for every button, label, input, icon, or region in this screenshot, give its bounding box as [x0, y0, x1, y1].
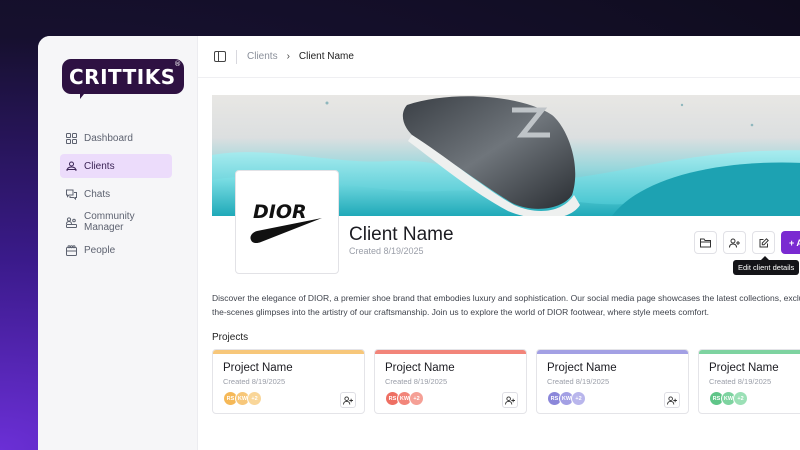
project-name: Project Name	[547, 362, 617, 374]
avatar-more: +2	[409, 391, 424, 406]
project-color-bar	[375, 350, 526, 354]
project-name: Project Name	[223, 362, 293, 374]
sidebar-item-label: Chats	[84, 188, 111, 200]
project-color-bar	[537, 350, 688, 354]
project-created-date: Created 8/19/2025	[709, 377, 772, 386]
client-description-line-2: the-scenes glimpses into the artistry of…	[212, 307, 709, 317]
logo-text: CRITTIKS	[69, 65, 176, 89]
project-avatars: RS KW +2	[223, 391, 262, 406]
project-color-bar	[699, 350, 800, 354]
project-name: Project Name	[709, 362, 779, 374]
sidebar-item-clients[interactable]: Clients	[60, 154, 172, 178]
avatar-more: +2	[247, 391, 262, 406]
add-member-button[interactable]	[723, 231, 746, 254]
client-logo-text: DIOR	[253, 201, 307, 223]
clients-icon	[66, 161, 77, 172]
client-logo: DIOR	[235, 170, 339, 274]
client-description: Discover the elegance of DIOR, a premier…	[212, 291, 800, 319]
sidebar-item-community-manager[interactable]: Community Manager	[60, 210, 172, 234]
chevron-right-icon: ›	[286, 51, 290, 62]
project-created-date: Created 8/19/2025	[223, 377, 286, 386]
main-content: Clients › Client Name DIOR Client Name C…	[198, 36, 800, 450]
sidebar: CRITTIKS ® Dashboard Clients Chats Commu…	[38, 36, 198, 450]
user-plus-icon	[343, 395, 353, 405]
add-project-member-button[interactable]	[340, 392, 356, 408]
project-avatars: RS KW +2	[709, 391, 748, 406]
sidebar-item-label: Community Manager	[84, 211, 135, 233]
sidebar-item-label: Clients	[84, 160, 115, 172]
dior-swoosh-logo: DIOR	[250, 201, 322, 244]
edit-client-button[interactable]	[752, 231, 775, 254]
project-created-date: Created 8/19/2025	[385, 377, 448, 386]
project-color-bar	[213, 350, 364, 354]
add-project-member-button[interactable]	[502, 392, 518, 408]
client-actions: + A	[694, 231, 800, 254]
client-name: Client Name	[349, 224, 454, 245]
sidebar-item-dashboard[interactable]: Dashboard	[60, 126, 172, 150]
breadcrumb-current: Client Name	[298, 51, 354, 62]
project-created-date: Created 8/19/2025	[547, 377, 610, 386]
project-name: Project Name	[385, 362, 455, 374]
projects-heading: Projects	[212, 332, 249, 343]
crittiks-logo[interactable]: CRITTIKS ®	[62, 59, 184, 99]
dashboard-icon	[66, 132, 77, 144]
sidebar-item-label: People	[84, 244, 116, 256]
sidebar-item-chats[interactable]: Chats	[60, 182, 172, 206]
project-card[interactable]: Project Name Created 8/19/2025 RS KW +2	[374, 349, 527, 414]
project-list: Project Name Created 8/19/2025 RS KW +2 …	[212, 349, 800, 414]
edit-icon	[759, 237, 769, 247]
project-avatars: RS KW +2	[547, 391, 586, 406]
edit-client-tooltip: Edit client details	[733, 256, 800, 275]
app-window: CRITTIKS ® Dashboard Clients Chats Commu…	[38, 36, 800, 450]
sidebar-nav: Dashboard Clients Chats Community Manage…	[60, 126, 172, 266]
community-manager-icon	[66, 216, 77, 228]
people-icon	[66, 244, 77, 256]
toggle-sidebar-icon[interactable]	[214, 51, 226, 62]
logo-speech-tail	[80, 89, 92, 99]
avatar-more: +2	[571, 391, 586, 406]
sidebar-item-label: Dashboard	[84, 132, 133, 144]
project-card[interactable]: Project Name Created 8/19/2025 RS KW +2	[536, 349, 689, 414]
client-created-date: Created 8/19/2025	[349, 246, 424, 256]
open-folder-button[interactable]	[694, 231, 717, 254]
user-plus-icon	[505, 395, 515, 405]
user-plus-icon	[729, 238, 740, 248]
top-bar: Clients › Client Name	[198, 36, 800, 78]
sidebar-item-people[interactable]: People	[60, 238, 172, 262]
client-description-line-1: Discover the elegance of DIOR, a premier…	[212, 293, 800, 303]
project-avatars: RS KW +2	[385, 391, 424, 406]
chats-icon	[66, 189, 77, 200]
avatar-more: +2	[733, 391, 748, 406]
logo-registered-mark: ®	[174, 60, 182, 68]
add-button[interactable]: + A	[781, 231, 800, 254]
project-card[interactable]: Project Name Created 8/19/2025 RS KW +2	[698, 349, 800, 414]
folder-icon	[700, 238, 711, 247]
user-plus-icon	[667, 395, 677, 405]
breadcrumb-clients[interactable]: Clients	[247, 51, 278, 62]
add-project-member-button[interactable]	[664, 392, 680, 408]
project-card[interactable]: Project Name Created 8/19/2025 RS KW +2	[212, 349, 365, 414]
divider	[236, 49, 237, 64]
